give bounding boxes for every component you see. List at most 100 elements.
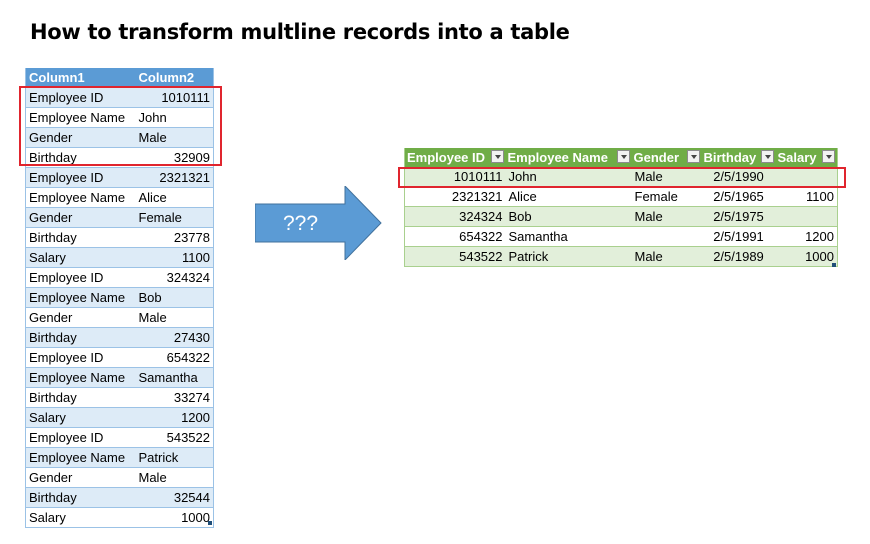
- cell[interactable]: Samantha: [505, 226, 632, 247]
- result-table: Employee ID Employee Name Gender Birthda…: [404, 148, 838, 267]
- cell[interactable]: Patrick: [135, 447, 214, 468]
- cell[interactable]: Employee Name: [25, 187, 136, 208]
- cell[interactable]: 2321321: [404, 186, 506, 207]
- table-row: Employee ID 654322: [25, 347, 214, 368]
- table-row: 2321321 Alice Female 2/5/1965 1100: [404, 186, 838, 207]
- arrow-label: ???: [283, 212, 319, 235]
- column-header[interactable]: Column1: [25, 68, 136, 88]
- cell[interactable]: 1200: [135, 407, 214, 428]
- table-row: 543522 Patrick Male 2/5/1989 1000: [404, 246, 838, 267]
- table-row: 324324 Bob Male 2/5/1975: [404, 206, 838, 227]
- cell[interactable]: Salary: [25, 247, 136, 268]
- table-row: Employee ID 2321321: [25, 167, 214, 188]
- cell[interactable]: 2/5/1975: [701, 206, 776, 227]
- table-row: 654322 Samantha 2/5/1991 1200: [404, 226, 838, 247]
- cell[interactable]: 32544: [135, 487, 214, 508]
- cell[interactable]: 2321321: [135, 167, 214, 188]
- cell[interactable]: Birthday: [25, 387, 136, 408]
- column-header-birthday[interactable]: Birthday: [701, 148, 776, 167]
- cell[interactable]: Birthday: [25, 327, 136, 348]
- cell[interactable]: Birthday: [25, 227, 136, 248]
- cell[interactable]: 1200: [775, 226, 838, 247]
- cell[interactable]: 2/5/1965: [701, 186, 776, 207]
- cell[interactable]: Alice: [135, 187, 214, 208]
- highlight-box-source-record: [19, 86, 222, 166]
- cell[interactable]: 543522: [404, 246, 506, 267]
- filter-dropdown-icon[interactable]: [490, 150, 504, 163]
- table-row: Salary 1000: [25, 507, 214, 528]
- table-row: Employee ID 324324: [25, 267, 214, 288]
- cell[interactable]: Alice: [505, 186, 632, 207]
- cell[interactable]: 324324: [404, 206, 506, 227]
- cell[interactable]: 2/5/1989: [701, 246, 776, 267]
- cell[interactable]: Salary: [25, 507, 136, 528]
- cell[interactable]: Female: [135, 207, 214, 228]
- filter-dropdown-icon[interactable]: [760, 150, 774, 163]
- cell[interactable]: [775, 206, 838, 227]
- filter-dropdown-icon[interactable]: [822, 150, 835, 163]
- cell[interactable]: Employee Name: [25, 447, 136, 468]
- cell[interactable]: Female: [631, 186, 702, 207]
- table-row: Salary 1100: [25, 247, 214, 268]
- cell[interactable]: 1100: [135, 247, 214, 268]
- cell[interactable]: Patrick: [505, 246, 632, 267]
- table-row: Employee Name Bob: [25, 287, 214, 308]
- cell[interactable]: 543522: [135, 427, 214, 448]
- table-row: Gender Male: [25, 307, 214, 328]
- arrow-right-icon: [255, 186, 382, 260]
- filter-dropdown-icon[interactable]: [686, 150, 700, 163]
- cell[interactable]: Employee ID: [25, 167, 136, 188]
- table-row: Birthday 32544: [25, 487, 214, 508]
- table-resize-handle[interactable]: [832, 263, 836, 267]
- column-header-label: Employee Name: [507, 150, 608, 165]
- table-row: Employee ID 543522: [25, 427, 214, 448]
- table-row: Salary 1200: [25, 407, 214, 428]
- cell[interactable]: Male: [135, 467, 214, 488]
- table-row: Employee Name Alice: [25, 187, 214, 208]
- cell[interactable]: 654322: [404, 226, 506, 247]
- column-header-gender[interactable]: Gender: [631, 148, 702, 167]
- cell[interactable]: Birthday: [25, 487, 136, 508]
- cell[interactable]: Male: [631, 246, 702, 267]
- highlight-box-result-record: [398, 167, 846, 188]
- column-header-salary[interactable]: Salary: [775, 148, 838, 167]
- column-header-label: Employee ID: [407, 150, 486, 165]
- column-header-label: Salary: [777, 150, 817, 165]
- cell[interactable]: 1100: [775, 186, 838, 207]
- cell[interactable]: Samantha: [135, 367, 214, 388]
- cell[interactable]: Male: [631, 206, 702, 227]
- cell[interactable]: 654322: [135, 347, 214, 368]
- filter-dropdown-icon[interactable]: [616, 150, 630, 163]
- cell[interactable]: Gender: [25, 207, 136, 228]
- cell[interactable]: Bob: [505, 206, 632, 227]
- cell[interactable]: [631, 226, 702, 247]
- cell[interactable]: Employee Name: [25, 367, 136, 388]
- cell[interactable]: 2/5/1991: [701, 226, 776, 247]
- cell[interactable]: Employee ID: [25, 347, 136, 368]
- table-row: Birthday 33274: [25, 387, 214, 408]
- cell[interactable]: Gender: [25, 467, 136, 488]
- column-header-label: Gender: [633, 150, 680, 165]
- cell[interactable]: 33274: [135, 387, 214, 408]
- column-header[interactable]: Column2: [135, 68, 214, 88]
- cell[interactable]: Employee ID: [25, 427, 136, 448]
- cell[interactable]: 324324: [135, 267, 214, 288]
- cell[interactable]: Salary: [25, 407, 136, 428]
- cell[interactable]: 1000: [775, 246, 838, 267]
- table-row: Birthday 23778: [25, 227, 214, 248]
- table-header-row: Column1 Column2: [25, 68, 214, 88]
- cell[interactable]: Male: [135, 307, 214, 328]
- cell[interactable]: Employee Name: [25, 287, 136, 308]
- table-resize-handle[interactable]: [208, 521, 212, 525]
- cell[interactable]: 23778: [135, 227, 214, 248]
- column-header-employee-name[interactable]: Employee Name: [505, 148, 632, 167]
- column-header-label: Birthday: [703, 150, 757, 165]
- cell[interactable]: Bob: [135, 287, 214, 308]
- table-row: Employee Name Samantha: [25, 367, 214, 388]
- cell[interactable]: 1000: [135, 507, 214, 528]
- cell[interactable]: Employee ID: [25, 267, 136, 288]
- cell[interactable]: Gender: [25, 307, 136, 328]
- table-row: Gender Male: [25, 467, 214, 488]
- column-header-employee-id[interactable]: Employee ID: [404, 148, 506, 167]
- cell[interactable]: 27430: [135, 327, 214, 348]
